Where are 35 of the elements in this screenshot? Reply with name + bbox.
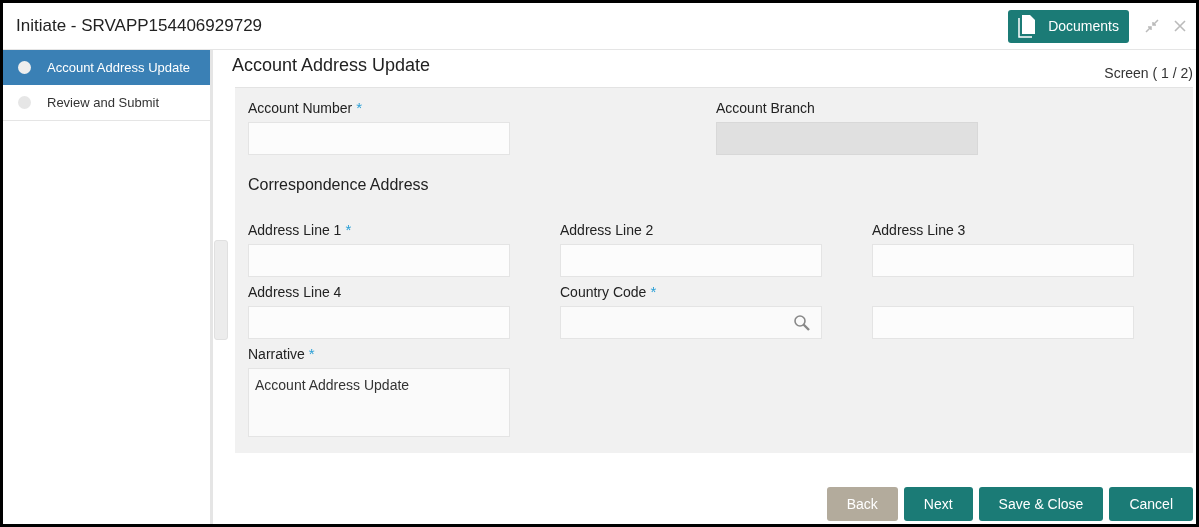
required-asterisk: * [356,97,363,118]
input-field[interactable] [248,122,510,155]
input-field[interactable] [560,244,822,277]
close-icon[interactable] [1174,20,1186,32]
action-button[interactable]: Save & Close [978,487,1104,521]
section-heading: Correspondence Address [248,175,429,195]
window-title: Initiate - SRVAPP154406929729 [16,15,263,38]
input-field[interactable] [248,306,510,339]
field-label: Country Code [560,283,647,302]
field-label: Address Line 2 [560,221,654,240]
documents-button[interactable]: Documents [1008,9,1129,43]
search-field[interactable] [560,306,822,339]
field-label: Account Number [248,99,353,118]
field-label: Address Line 4 [248,283,342,302]
search-icon [793,313,811,332]
required-asterisk: * [345,219,352,240]
text-area[interactable]: Account Address Update [248,368,510,437]
field-label: Narrative [248,345,305,364]
step-item[interactable]: Review and Submit [3,85,210,120]
document-icon [1018,14,1037,38]
input-field[interactable] [248,244,510,277]
field-label: Account Branch [716,99,815,118]
action-button[interactable]: Next [903,487,973,521]
action-button[interactable]: Cancel [1109,487,1193,521]
minimize-icon[interactable] [1144,18,1160,34]
input-field[interactable] [872,244,1134,277]
step-item[interactable]: Account Address Update [3,50,210,85]
page-title: Account Address Update [232,54,431,77]
input-field[interactable] [872,306,1134,339]
field-label: Address Line 3 [872,221,966,240]
splitter-handle[interactable] [214,240,228,340]
field-label: Address Line 1 [248,221,342,240]
required-asterisk: * [308,343,315,364]
required-asterisk: * [650,281,657,302]
screen-indicator: Screen ( 1 / 2) [1104,64,1193,83]
